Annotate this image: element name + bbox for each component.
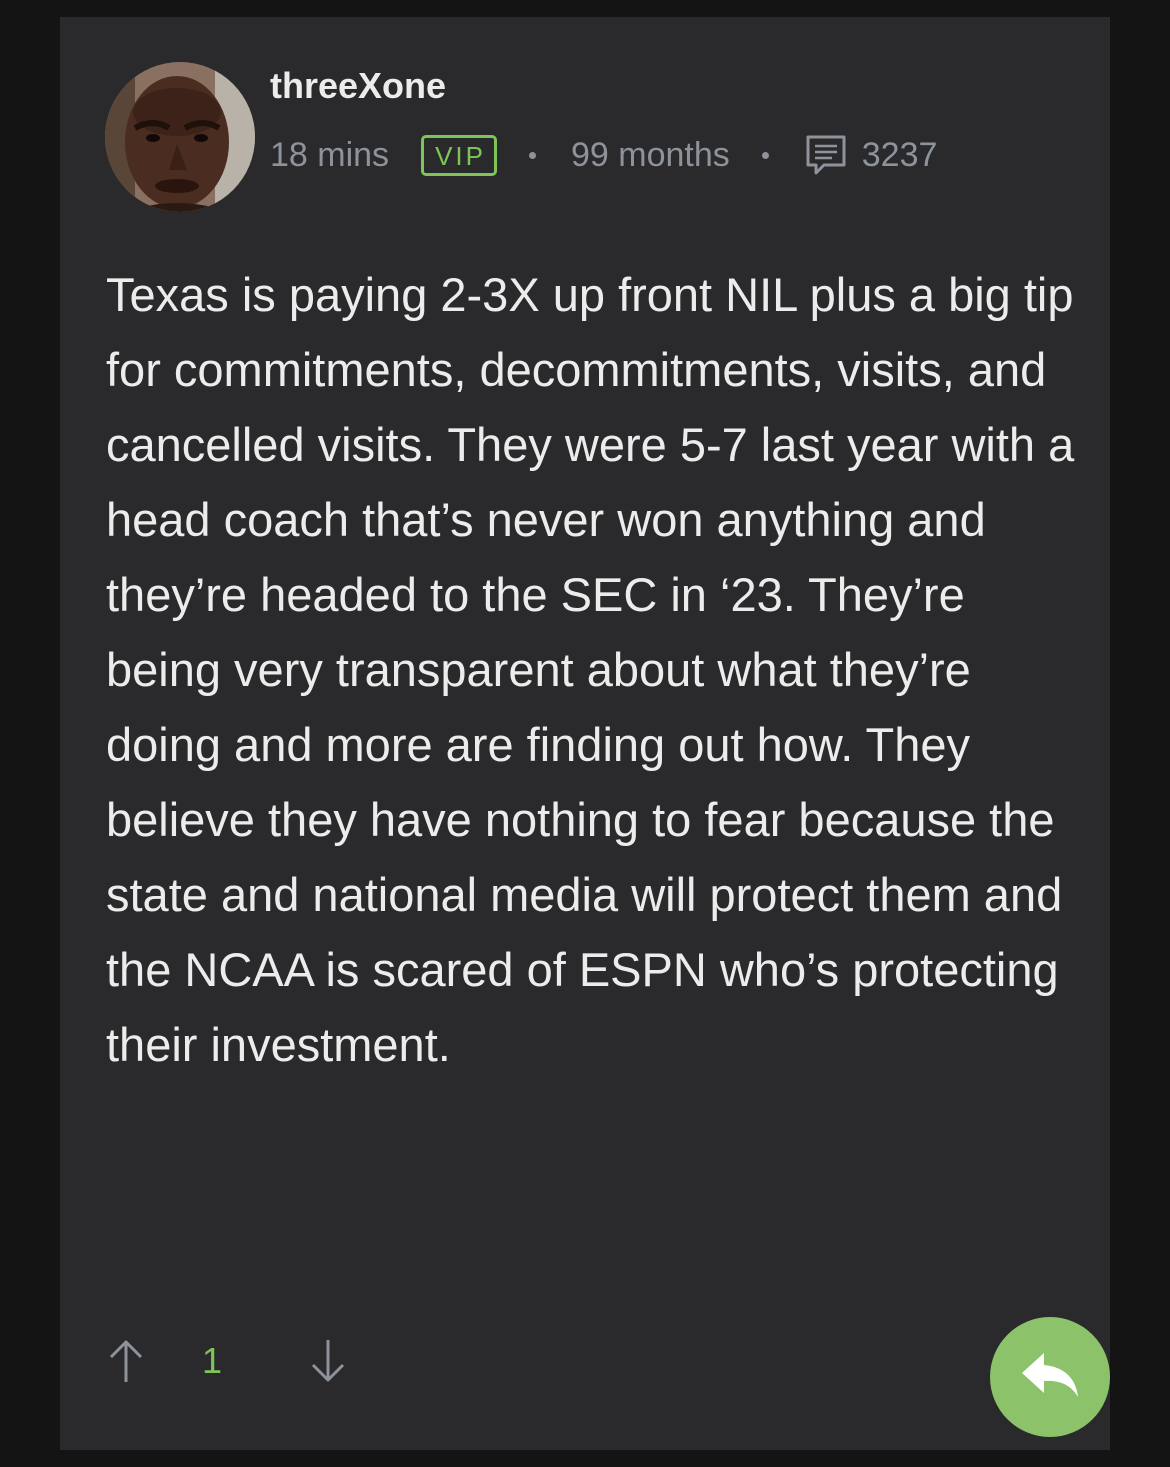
post-count: 3237: [861, 135, 938, 174]
membership-duration: 99 months: [570, 135, 730, 174]
post-body: Texas is paying 2-3X up front NIL plus a…: [106, 268, 1075, 1071]
vote-controls: 1: [108, 1333, 346, 1389]
reply-button[interactable]: [990, 1317, 1110, 1437]
separator-dot: [528, 151, 536, 159]
vote-count: 1: [202, 1340, 223, 1381]
post-meta: 18 mins VIP 99 months 3237: [270, 132, 937, 178]
arrow-down-icon[interactable]: [310, 1338, 346, 1384]
post-card: threeXone 18 mins VIP 99 months 3237 Tex…: [60, 17, 1110, 1450]
post-time: 18 mins: [270, 135, 390, 174]
comment-icon: [804, 133, 848, 177]
arrow-up-icon[interactable]: [108, 1338, 144, 1384]
reply-icon: [1018, 1349, 1082, 1406]
avatar[interactable]: [105, 62, 255, 212]
vip-badge: VIP: [421, 134, 497, 176]
avatar-image: [105, 62, 255, 212]
separator-dot: [761, 151, 769, 159]
username[interactable]: threeXone: [270, 65, 446, 107]
